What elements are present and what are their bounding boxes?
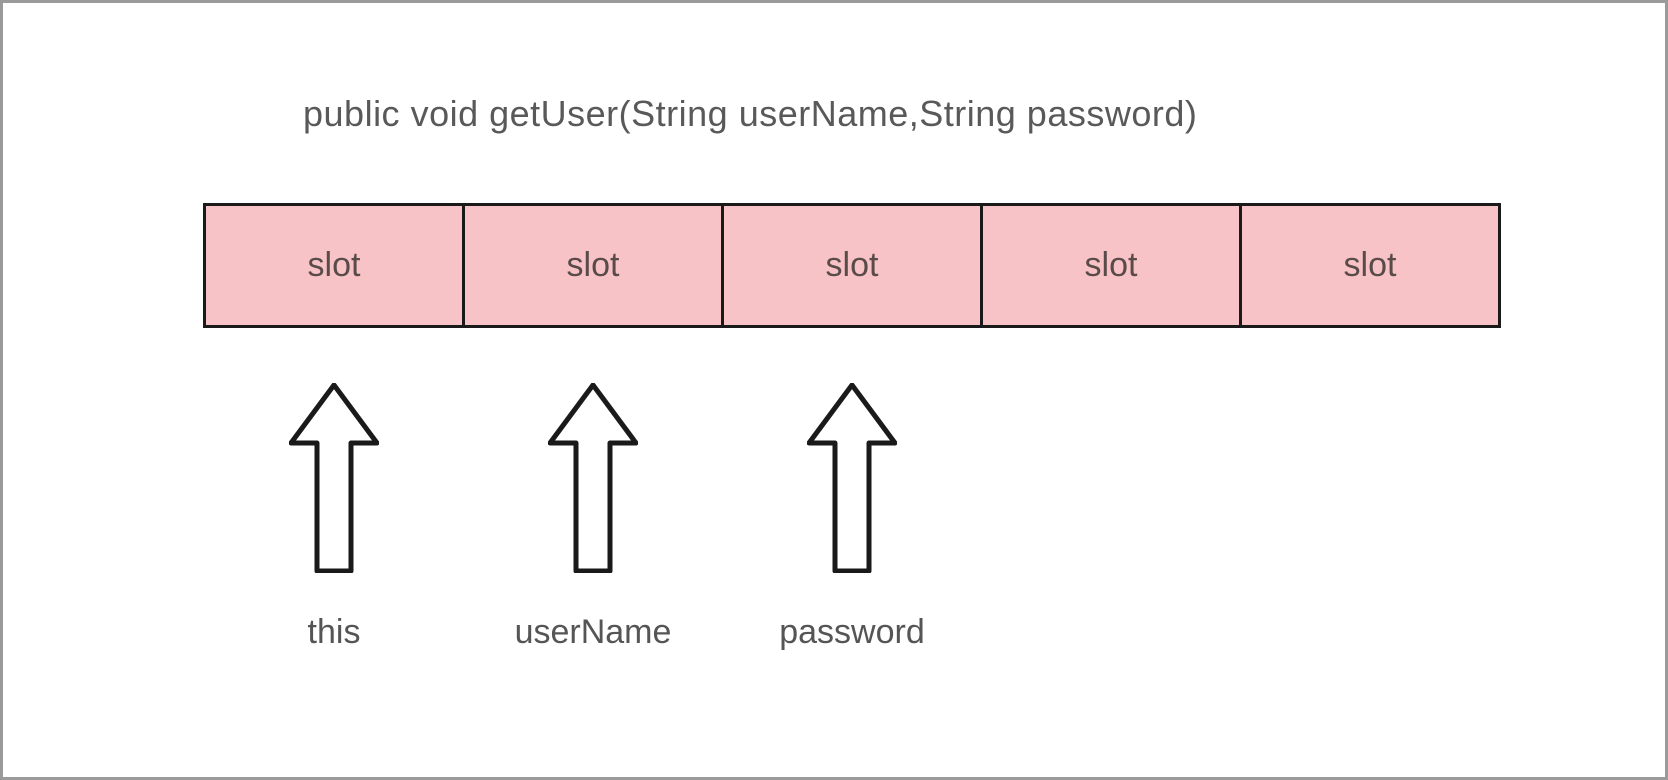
slot-label: slot (567, 246, 620, 285)
slot-cell: slot (203, 203, 465, 328)
pointer-password: password (721, 383, 983, 652)
pointer-this: this (203, 383, 465, 652)
pointer-username: userName (462, 383, 724, 652)
pointer-label: this (308, 613, 361, 652)
method-signature-text: public void getUser(String userName,Stri… (303, 93, 1197, 135)
slot-label: slot (1085, 246, 1138, 285)
slot-cell: slot (462, 203, 724, 328)
slot-label: slot (1344, 246, 1397, 285)
arrow-up-icon (289, 383, 379, 573)
diagram-frame: public void getUser(String userName,Stri… (0, 0, 1668, 780)
slot-cell: slot (1239, 203, 1501, 328)
slot-cell: slot (980, 203, 1242, 328)
pointer-label: password (779, 613, 925, 652)
slot-label: slot (826, 246, 879, 285)
slot-row: slot slot slot slot slot (203, 203, 1501, 328)
slot-cell: slot (721, 203, 983, 328)
arrow-up-icon (548, 383, 638, 573)
arrow-up-icon (807, 383, 897, 573)
pointer-label: userName (515, 613, 672, 652)
slot-label: slot (308, 246, 361, 285)
